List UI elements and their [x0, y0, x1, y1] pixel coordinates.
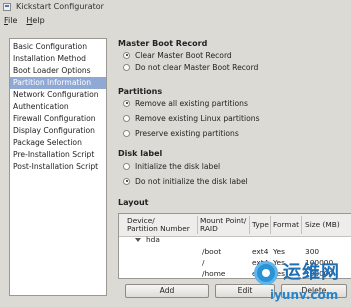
nav-item-pre-installation-script[interactable]: Pre-Installation Script — [10, 149, 106, 161]
remove-linux-partitions-option[interactable]: Remove existing Linux partitions — [123, 112, 351, 124]
app-icon — [3, 2, 11, 11]
window-titlebar: Kickstart Configurator — [0, 0, 351, 13]
disklabel-section-title: Disk label — [118, 149, 163, 158]
expander-arrow-icon[interactable] — [135, 238, 141, 242]
column-header-type[interactable]: Type — [252, 221, 269, 229]
column-header-device[interactable]: Device/ Partition Number — [127, 217, 190, 233]
partition-settings-panel: Master Boot Record Clear Master Boot Rec… — [118, 38, 351, 208]
section-nav-list[interactable]: Basic Configuration Installation Method … — [9, 38, 107, 296]
radio-button[interactable] — [123, 162, 130, 170]
radio-button[interactable] — [123, 63, 130, 71]
radio-button[interactable] — [123, 177, 130, 185]
watermark-logo-icon — [254, 261, 278, 285]
column-separator — [197, 216, 198, 234]
watermark-url: iyunv.com — [270, 288, 339, 302]
radio-button[interactable] — [123, 99, 130, 107]
cell-mount: /home — [202, 269, 226, 278]
nav-item-firewall-configuration[interactable]: Firewall Configuration — [10, 113, 106, 125]
nav-item-installation-method[interactable]: Installation Method — [10, 53, 106, 65]
layout-section-title: Layout — [118, 198, 149, 207]
radio-label: Do not initialize the disk label — [135, 176, 248, 186]
nav-item-boot-loader-options[interactable]: Boot Loader Options — [10, 65, 106, 77]
preserve-partitions-option[interactable]: Preserve existing partitions — [123, 127, 351, 139]
nav-item-authentication[interactable]: Authentication — [10, 101, 106, 113]
add-partition-button[interactable]: Add — [125, 284, 209, 298]
add-button-label: Add — [159, 286, 175, 295]
radio-label: Initialize the disk label — [135, 161, 221, 171]
radio-label: Do not clear Master Boot Record — [135, 62, 259, 72]
window-title: Kickstart Configurator — [16, 2, 104, 11]
nav-item-package-selection[interactable]: Package Selection — [10, 137, 106, 149]
do-not-initialize-disk-label-option[interactable]: Do not initialize the disk label — [123, 175, 351, 187]
column-header-mount-point[interactable]: Mount Point/ RAID — [200, 217, 246, 233]
radio-label: Remove all existing partitions — [135, 98, 248, 108]
menu-help[interactable]: Help — [26, 16, 44, 25]
partitions-section-title: Partitions — [118, 87, 163, 96]
nav-item-display-configuration[interactable]: Display Configuration — [10, 125, 106, 137]
radio-button[interactable] — [123, 129, 130, 137]
mbr-do-not-clear-option[interactable]: Do not clear Master Boot Record — [123, 61, 351, 73]
menubar: File Help — [0, 14, 351, 27]
remove-all-partitions-option[interactable]: Remove all existing partitions — [123, 97, 351, 109]
table-row-device[interactable]: hda — [119, 235, 351, 245]
nav-item-network-configuration[interactable]: Network Configuration — [10, 89, 106, 101]
cell-mount: / — [202, 258, 205, 267]
column-header-format[interactable]: Format — [273, 221, 299, 229]
edit-button-label: Edit — [237, 286, 253, 295]
watermark-site-name: 运维网 — [283, 262, 340, 283]
radio-label: Clear Master Boot Record — [135, 50, 232, 60]
nav-item-partition-information[interactable]: Partition Information — [10, 77, 106, 89]
watermark: 运维网 iyunv.com — [254, 255, 351, 307]
nav-item-post-installation-script[interactable]: Post-Installation Script — [10, 161, 106, 173]
mbr-section-title: Master Boot Record — [118, 39, 208, 48]
mbr-clear-option[interactable]: Clear Master Boot Record — [123, 49, 351, 61]
device-name: hda — [146, 235, 160, 244]
initialize-disk-label-option[interactable]: Initialize the disk label — [123, 160, 351, 172]
table-header: Device/ Partition Number Mount Point/ RA… — [119, 214, 351, 237]
column-separator — [270, 216, 271, 234]
column-separator — [301, 216, 302, 234]
radio-button[interactable] — [123, 51, 130, 59]
menu-file[interactable]: File — [4, 16, 17, 25]
column-header-size[interactable]: Size (MB) — [305, 221, 340, 229]
radio-label: Remove existing Linux partitions — [135, 113, 260, 123]
radio-label: Preserve existing partitions — [135, 128, 239, 138]
nav-item-basic-configuration[interactable]: Basic Configuration — [10, 41, 106, 53]
radio-button[interactable] — [123, 114, 130, 122]
column-separator — [249, 216, 250, 234]
cell-mount: /boot — [202, 247, 222, 256]
